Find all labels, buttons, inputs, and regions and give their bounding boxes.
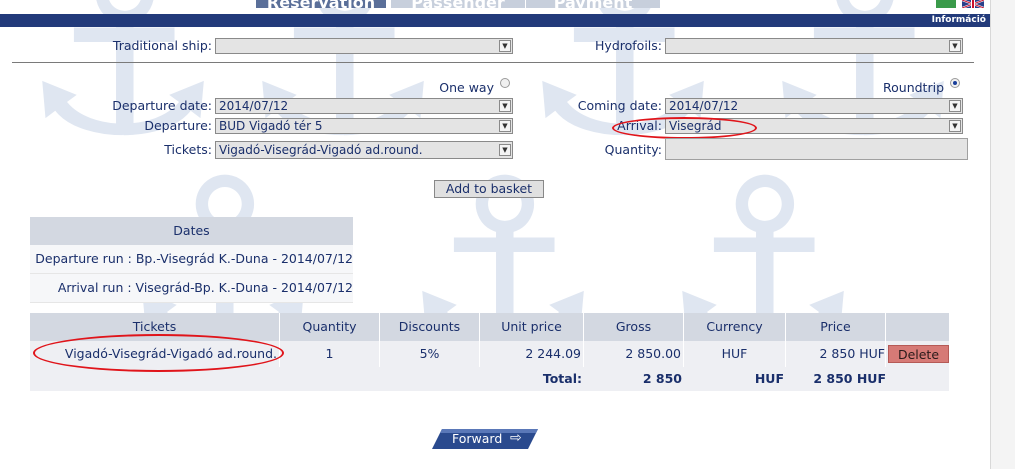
chevron-down-icon: ▼ [949,120,961,132]
col-quantity: Quantity [280,313,380,341]
col-actions [886,313,949,341]
hydrofoils-label: Hydrofoils: [595,38,662,53]
coming-date-select[interactable]: 2014/07/12 ▼ [665,98,963,114]
total-currency: HUF [754,371,784,386]
add-to-basket-button[interactable]: Add to basket [434,180,544,198]
coming-date-label: Coming date: [577,98,662,113]
forward-button[interactable]: Forward ⇨ [432,429,538,449]
total-label: Total: [542,371,582,386]
tab-reservation[interactable]: Reservation [256,0,386,8]
ticket-price: 2 850 HUF [786,341,886,367]
tickets-label: Tickets: [164,142,212,157]
quantity-label: Quantity: [604,142,662,157]
col-discounts: Discounts [380,313,480,341]
col-unit-price: Unit price [480,313,584,341]
departure-label: Departure: [144,118,212,133]
col-gross: Gross [584,313,684,341]
col-currency: Currency [684,313,786,341]
tab-payment[interactable]: Payment [526,0,660,8]
arrival-highlight-ellipse [612,117,757,139]
one-way-radio[interactable] [500,78,510,88]
departure-run-row: Departure run : Bp.-Visegrád K.-Duna - 2… [30,245,353,274]
chevron-down-icon: ▼ [499,144,511,156]
chevron-down-icon: ▼ [499,120,511,132]
ticket-discount: 5% [380,341,480,367]
dates-header: Dates [30,217,353,245]
quantity-input[interactable] [665,138,968,160]
total-price: 2 850 HUF [813,371,886,386]
tab-passenger[interactable]: Passenger [391,0,525,8]
right-scroll-gutter [990,0,1015,469]
departure-date-select[interactable]: 2014/07/12 ▼ [215,98,513,114]
departure-date-label: Departure date: [112,98,212,113]
ticket-quantity: 1 [280,341,380,367]
nav-bar: Információ [0,14,990,27]
ticket-unit-price: 2 244.09 [480,341,584,367]
forward-label: Forward [452,431,503,446]
roundtrip-label: Roundtrip [883,80,944,95]
roundtrip-radio[interactable] [950,78,960,88]
traditional-ship-label: Traditional ship: [112,38,212,53]
arrow-right-icon: ⇨ [510,430,522,446]
chevron-down-icon: ▼ [949,40,961,52]
traditional-ship-select[interactable]: ▼ [215,38,513,54]
one-way-label: One way [439,80,494,95]
chevron-down-icon: ▼ [949,100,961,112]
divider [12,62,974,63]
english-flag-icon[interactable] [962,0,984,8]
total-gross: 2 850 [642,371,682,386]
hungarian-flag-icon[interactable] [936,0,956,8]
delete-cell: Delete [886,341,949,367]
tickets-select[interactable]: Vigadó-Visegrád-Vigadó ad.round. ▼ [215,141,513,159]
delete-button[interactable]: Delete [888,345,949,363]
ticket-currency: HUF [684,341,786,367]
dates-table: Dates Departure run : Bp.-Visegrád K.-Du… [30,217,353,303]
ticket-gross: 2 850.00 [584,341,684,367]
col-price: Price [786,313,886,341]
chevron-down-icon: ▼ [499,100,511,112]
chevron-down-icon: ▼ [499,40,511,52]
info-link[interactable]: Információ [932,14,986,27]
ticket-highlight-ellipse [33,334,284,372]
arrival-run-row: Arrival run : Visegrád-Bp. K.-Duna - 201… [30,274,353,303]
hydrofoils-select[interactable]: ▼ [665,38,963,54]
departure-select[interactable]: BUD Vigadó tér 5 ▼ [215,118,513,134]
